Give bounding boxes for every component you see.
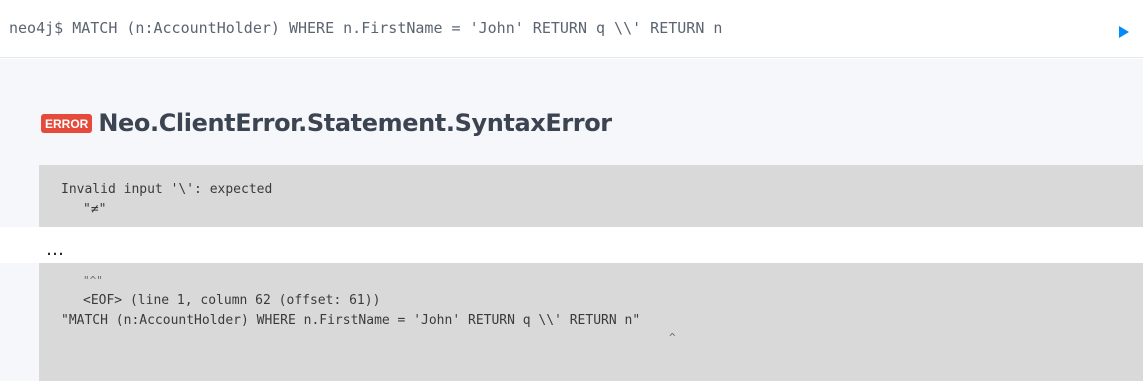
error-message-block-top: Invalid input '\': expected "≠" xyxy=(39,165,1143,227)
error-position-caret: ^ xyxy=(669,331,676,344)
error-query-echo: "MATCH (n:AccountHolder) WHERE n.FirstNa… xyxy=(61,313,641,328)
error-title: Neo.ClientError.Statement.SyntaxError xyxy=(98,109,612,137)
error-message-line: "^" xyxy=(83,274,103,287)
error-header: ERROR Neo.ClientError.Statement.SyntaxEr… xyxy=(41,109,612,137)
error-message-line: Invalid input '\': expected xyxy=(61,182,273,197)
query-input[interactable]: neo4j$ MATCH (n:AccountHolder) WHERE n.F… xyxy=(9,19,722,37)
query-editor-bar: neo4j$ MATCH (n:AccountHolder) WHERE n.F… xyxy=(0,0,1143,58)
truncation-ellipsis: … xyxy=(46,239,65,260)
error-message-line: <EOF> (line 1, column 62 (offset: 61)) xyxy=(83,293,381,308)
error-badge: ERROR xyxy=(41,113,93,133)
error-message-line: "≠" xyxy=(83,202,107,217)
error-message-block-bottom: "^" <EOF> (line 1, column 62 (offset: 61)… xyxy=(39,263,1143,381)
truncation-gap xyxy=(0,227,1143,263)
play-icon[interactable] xyxy=(1119,26,1129,38)
